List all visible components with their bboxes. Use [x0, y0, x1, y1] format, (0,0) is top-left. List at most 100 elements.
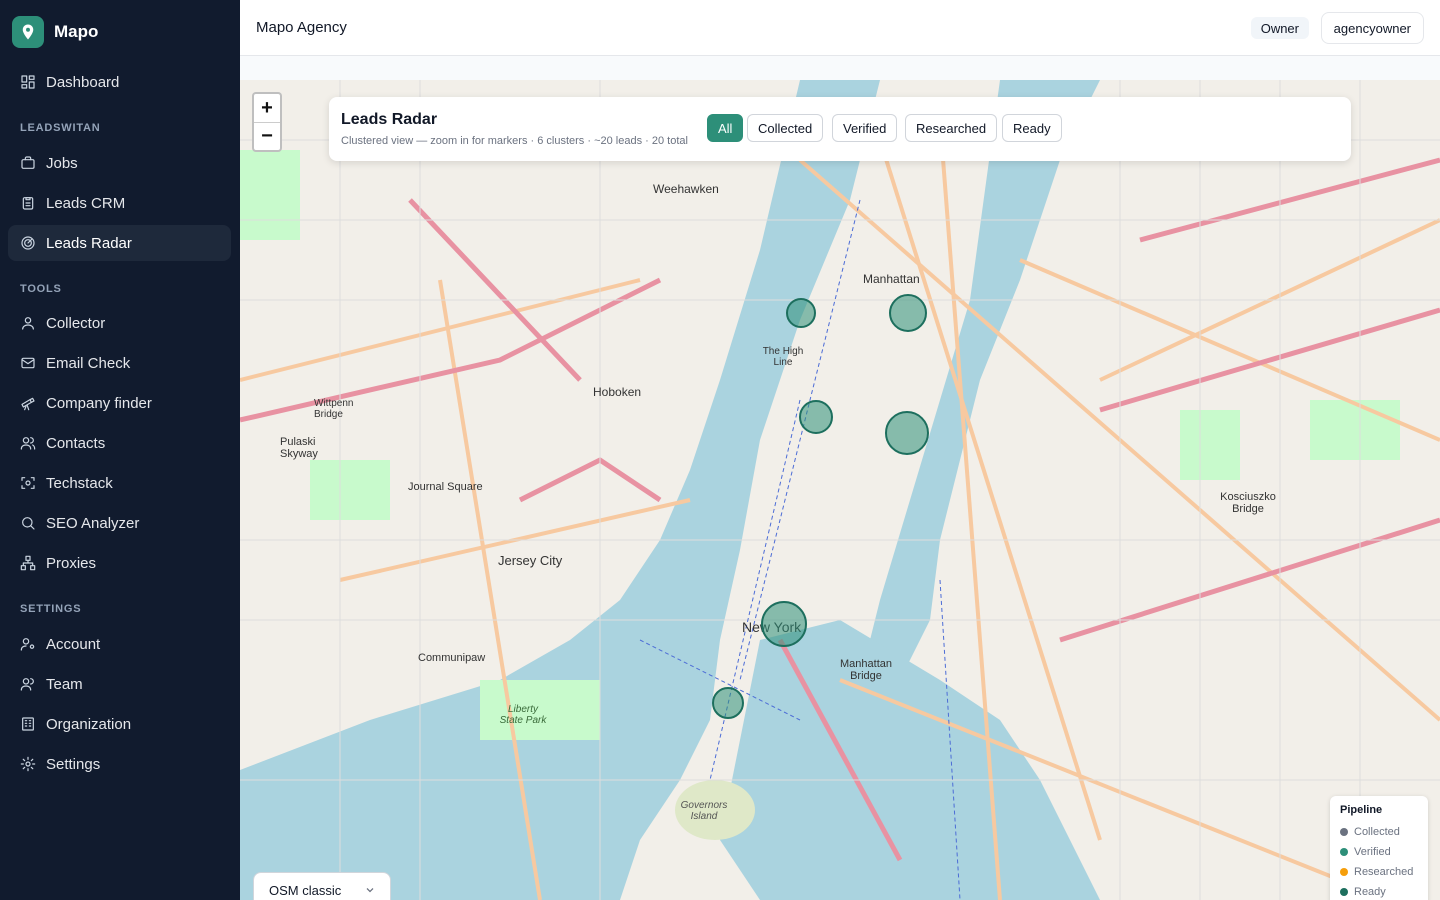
sidebar-item-label: Organization: [46, 715, 132, 733]
sidebar-item-label: Leads CRM: [46, 194, 126, 212]
sidebar-item-label: Contacts: [46, 434, 106, 452]
filter-collected-button[interactable]: Collected: [747, 114, 824, 142]
map-label-liberty-state-park: Liberty State Park: [499, 704, 547, 726]
layer-select-value: OSM classic: [269, 882, 342, 898]
map-label-the-high-line: The High Line: [762, 346, 804, 368]
sidebar-item-contacts[interactable]: Contacts: [8, 425, 231, 461]
sidebar-item-label: Settings: [46, 755, 101, 773]
users-icon: [20, 435, 36, 451]
filter-ready-button[interactable]: Ready: [1002, 114, 1062, 142]
brand-name: Mapo: [54, 22, 99, 41]
lead-cluster-marker[interactable]: [889, 294, 927, 332]
building-icon: [20, 716, 36, 732]
sidebar-item-account[interactable]: Account: [8, 626, 231, 662]
lead-cluster-marker[interactable]: [761, 601, 807, 647]
user-key-icon: [20, 636, 36, 652]
dashboard-grid-icon: [20, 74, 36, 90]
sidebar-item-jobs[interactable]: Jobs: [8, 145, 231, 181]
section-label-tools: TOOLS: [20, 283, 62, 295]
sidebar-item-team[interactable]: Team: [8, 666, 231, 702]
sidebar-item-label: Leads Radar: [46, 234, 132, 252]
map-label-wittpenn-bridge: Wittpenn Bridge: [314, 398, 354, 420]
subheader-strip: [240, 56, 1440, 80]
map-label-governors-island: Governors Island: [680, 800, 728, 822]
section-label-leadswitan: LEADSWITAN: [20, 122, 101, 134]
sidebar-item-organization[interactable]: Organization: [8, 706, 231, 742]
pipeline-legend: Pipeline Collected Verified Researched R…: [1330, 796, 1428, 900]
sidebar-item-settings[interactable]: Settings: [8, 746, 231, 782]
legend-title: Pipeline: [1340, 804, 1383, 816]
user-menu-button[interactable]: agencyowner: [1320, 12, 1424, 44]
map-label-hoboken: Hoboken: [593, 385, 642, 399]
search-icon: [20, 515, 36, 531]
lead-cluster-marker[interactable]: [712, 687, 744, 719]
sidebar-item-leads-radar[interactable]: Leads Radar: [8, 225, 231, 261]
map-pin-logo-icon: [12, 16, 44, 48]
filter-all-button[interactable]: All: [707, 114, 744, 142]
sidebar-item-label: Email Check: [46, 354, 131, 372]
lead-cluster-marker[interactable]: [885, 411, 929, 455]
briefcase-icon: [20, 155, 36, 171]
collected-dot-icon: [1340, 828, 1348, 836]
clipboard-icon: [20, 195, 36, 211]
sidebar-item-label: Dashboard: [46, 73, 120, 91]
map-label-manhattan-bridge: Manhattan Bridge: [840, 658, 892, 682]
sidebar-item-seo-analyzer[interactable]: SEO Analyzer: [8, 505, 231, 541]
sidebar-item-company-finder[interactable]: Company finder: [8, 385, 231, 421]
sidebar-item-label: Jobs: [46, 154, 78, 172]
sidebar-item-techstack[interactable]: Techstack: [8, 465, 231, 501]
sidebar-item-label: Company finder: [46, 394, 152, 412]
zoom-control: + −: [252, 92, 282, 152]
zoom-in-button[interactable]: +: [254, 94, 280, 122]
sidebar-item-label: Team: [46, 675, 83, 693]
verified-dot-icon: [1340, 848, 1348, 856]
sidebar-item-proxies[interactable]: Proxies: [8, 545, 231, 581]
radar-title: Leads Radar: [341, 111, 438, 128]
map-label-kosciuszko-bridge: Kosciuszko Bridge: [1220, 491, 1276, 515]
map-layer-select[interactable]: OSM classic: [253, 872, 391, 900]
scan-icon: [20, 475, 36, 491]
researched-dot-icon: [1340, 868, 1348, 876]
map-label-pulaski-skyway: Pulaski Skyway: [280, 436, 318, 460]
network-icon: [20, 555, 36, 571]
sidebar-item-label: Techstack: [46, 474, 113, 492]
zoom-out-button[interactable]: −: [254, 122, 280, 150]
filter-verified-button[interactable]: Verified: [832, 114, 898, 142]
sidebar-item-collector[interactable]: Collector: [8, 305, 231, 341]
map-label-communipaw: Communipaw: [418, 652, 486, 664]
radar-icon: [20, 235, 36, 251]
ready-dot-icon: [1340, 888, 1348, 896]
role-badge: Owner: [1250, 17, 1309, 39]
team-icon: [20, 676, 36, 692]
map-label-journal-square: Journal Square: [408, 481, 483, 493]
sidebar-item-label: Collector: [46, 314, 106, 332]
sidebar: Mapo Dashboard LEADSWITAN Jobs Leads CRM…: [0, 0, 240, 900]
leads-radar-panel: Leads Radar Clustered view — zoom in for…: [329, 97, 1351, 161]
top-bar: Mapo Agency Owner agencyowner: [240, 0, 1440, 56]
map-label-jersey-city: Jersey City: [498, 553, 563, 568]
gear-icon: [20, 756, 36, 772]
map-label-weehawken: Weehawken: [653, 182, 719, 196]
lead-cluster-marker[interactable]: [799, 400, 833, 434]
legend-item-collected: Collected: [1340, 822, 1418, 842]
legend-item-verified: Verified: [1340, 842, 1418, 862]
sidebar-item-leads-crm[interactable]: Leads CRM: [8, 185, 231, 221]
brand[interactable]: Mapo: [12, 16, 98, 48]
legend-item-ready: Ready: [1340, 882, 1418, 900]
user-icon: [20, 315, 36, 331]
filter-researched-button[interactable]: Researched: [905, 114, 998, 142]
sidebar-item-dashboard[interactable]: Dashboard: [8, 64, 231, 100]
sidebar-item-label: Proxies: [46, 554, 97, 572]
sidebar-item-email-check[interactable]: Email Check: [8, 345, 231, 381]
map-label-manhattan: Manhattan: [863, 272, 920, 286]
legend-item-researched: Researched: [1340, 862, 1418, 882]
chevron-down-icon: [364, 884, 376, 899]
sidebar-item-label: Account: [46, 635, 101, 653]
leads-map[interactable]: Weehawken Manhattan Hoboken Jersey City …: [240, 80, 1440, 900]
radar-subtitle: Clustered view — zoom in for markers · 6…: [341, 135, 688, 147]
mail-icon: [20, 355, 36, 371]
telescope-icon: [20, 395, 36, 411]
agency-name: Mapo Agency: [256, 19, 347, 36]
lead-cluster-marker[interactable]: [786, 298, 816, 328]
section-label-settings: SETTINGS: [20, 603, 82, 615]
